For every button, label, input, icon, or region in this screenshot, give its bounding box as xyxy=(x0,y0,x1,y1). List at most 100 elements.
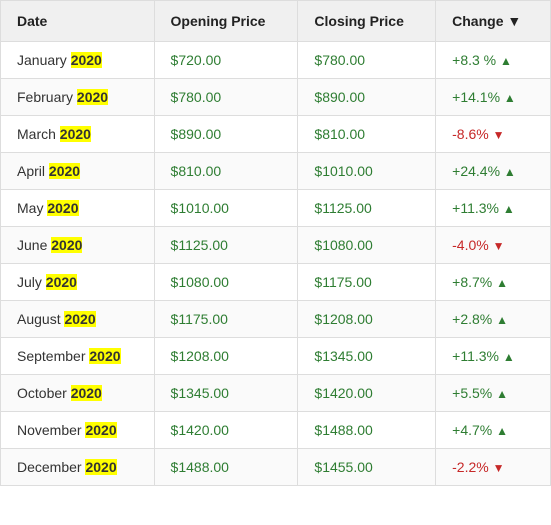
change-value: +5.5% xyxy=(452,385,496,401)
cell-date: March 2020 xyxy=(1,116,155,153)
change-value: -4.0% xyxy=(452,237,492,253)
month-label: December xyxy=(17,459,85,475)
cell-closing-price: $890.00 xyxy=(298,79,436,116)
cell-change: +24.4% ▲ xyxy=(436,153,551,190)
month-label: January xyxy=(17,52,71,68)
cell-date: December 2020 xyxy=(1,449,155,486)
cell-change: -8.6% ▼ xyxy=(436,116,551,153)
month-label: March xyxy=(17,126,60,142)
cell-closing-price: $780.00 xyxy=(298,42,436,79)
table-row: October 2020$1345.00$1420.00+5.5% ▲ xyxy=(1,375,551,412)
cell-change: +11.3% ▲ xyxy=(436,190,551,227)
up-arrow-icon: ▲ xyxy=(503,350,515,364)
year-highlight: 2020 xyxy=(46,274,77,290)
cell-opening-price: $1345.00 xyxy=(154,375,298,412)
cell-opening-price: $1488.00 xyxy=(154,449,298,486)
change-value: +11.3% xyxy=(452,200,503,216)
cell-closing-price: $1175.00 xyxy=(298,264,436,301)
table-row: August 2020$1175.00$1208.00+2.8% ▲ xyxy=(1,301,551,338)
cell-change: -2.2% ▼ xyxy=(436,449,551,486)
table-header-row: Date Opening Price Closing Price Change … xyxy=(1,1,551,42)
cell-date: May 2020 xyxy=(1,190,155,227)
month-label: June xyxy=(17,237,51,253)
table-row: March 2020$890.00$810.00-8.6% ▼ xyxy=(1,116,551,153)
cell-closing-price: $1010.00 xyxy=(298,153,436,190)
cell-opening-price: $1010.00 xyxy=(154,190,298,227)
table-row: June 2020$1125.00$1080.00-4.0% ▼ xyxy=(1,227,551,264)
change-value: +8.7% xyxy=(452,274,496,290)
month-label: August xyxy=(17,311,64,327)
cell-date: February 2020 xyxy=(1,79,155,116)
up-arrow-icon: ▲ xyxy=(503,202,515,216)
cell-closing-price: $1125.00 xyxy=(298,190,436,227)
down-arrow-icon: ▼ xyxy=(493,239,505,253)
month-label: May xyxy=(17,200,47,216)
change-value: +4.7% xyxy=(452,422,496,438)
cell-change: +4.7% ▲ xyxy=(436,412,551,449)
change-value: -2.2% xyxy=(452,459,492,475)
table-row: July 2020$1080.00$1175.00+8.7% ▲ xyxy=(1,264,551,301)
year-highlight: 2020 xyxy=(47,200,78,216)
header-opening-price: Opening Price xyxy=(154,1,298,42)
cell-change: +5.5% ▲ xyxy=(436,375,551,412)
up-arrow-icon: ▲ xyxy=(504,165,516,179)
cell-closing-price: $1420.00 xyxy=(298,375,436,412)
cell-date: September 2020 xyxy=(1,338,155,375)
year-highlight: 2020 xyxy=(89,348,120,364)
cell-opening-price: $810.00 xyxy=(154,153,298,190)
cell-change: +11.3% ▲ xyxy=(436,338,551,375)
up-arrow-icon: ▲ xyxy=(496,313,508,327)
cell-date: June 2020 xyxy=(1,227,155,264)
year-highlight: 2020 xyxy=(49,163,80,179)
down-arrow-icon: ▼ xyxy=(493,128,505,142)
cell-change: +2.8% ▲ xyxy=(436,301,551,338)
up-arrow-icon: ▲ xyxy=(500,54,512,68)
change-value: +2.8% xyxy=(452,311,496,327)
cell-change: -4.0% ▼ xyxy=(436,227,551,264)
cell-date: April 2020 xyxy=(1,153,155,190)
up-arrow-icon: ▲ xyxy=(496,387,508,401)
down-arrow-icon: ▼ xyxy=(493,461,505,475)
cell-change: +14.1% ▲ xyxy=(436,79,551,116)
change-value: -8.6% xyxy=(452,126,492,142)
month-label: April xyxy=(17,163,49,179)
header-change: Change ▼ xyxy=(436,1,551,42)
month-label: July xyxy=(17,274,46,290)
year-highlight: 2020 xyxy=(64,311,95,327)
year-highlight: 2020 xyxy=(77,89,108,105)
year-highlight: 2020 xyxy=(85,459,116,475)
price-table: Date Opening Price Closing Price Change … xyxy=(0,0,551,486)
cell-date: August 2020 xyxy=(1,301,155,338)
cell-opening-price: $1420.00 xyxy=(154,412,298,449)
table-row: September 2020$1208.00$1345.00+11.3% ▲ xyxy=(1,338,551,375)
header-date: Date xyxy=(1,1,155,42)
up-arrow-icon: ▲ xyxy=(504,91,516,105)
cell-date: January 2020 xyxy=(1,42,155,79)
cell-opening-price: $780.00 xyxy=(154,79,298,116)
cell-date: November 2020 xyxy=(1,412,155,449)
cell-opening-price: $1125.00 xyxy=(154,227,298,264)
cell-opening-price: $720.00 xyxy=(154,42,298,79)
year-highlight: 2020 xyxy=(71,52,102,68)
change-value: +8.3 % xyxy=(452,52,500,68)
cell-closing-price: $1488.00 xyxy=(298,412,436,449)
change-value: +14.1% xyxy=(452,89,504,105)
month-label: February xyxy=(17,89,77,105)
header-closing-price: Closing Price xyxy=(298,1,436,42)
cell-opening-price: $890.00 xyxy=(154,116,298,153)
cell-closing-price: $1208.00 xyxy=(298,301,436,338)
year-highlight: 2020 xyxy=(71,385,102,401)
change-value: +11.3% xyxy=(452,348,503,364)
cell-change: +8.3 % ▲ xyxy=(436,42,551,79)
cell-date: October 2020 xyxy=(1,375,155,412)
month-label: October xyxy=(17,385,71,401)
year-highlight: 2020 xyxy=(51,237,82,253)
cell-opening-price: $1080.00 xyxy=(154,264,298,301)
cell-closing-price: $1080.00 xyxy=(298,227,436,264)
month-label: September xyxy=(17,348,89,364)
cell-closing-price: $810.00 xyxy=(298,116,436,153)
table-row: December 2020$1488.00$1455.00-2.2% ▼ xyxy=(1,449,551,486)
cell-closing-price: $1455.00 xyxy=(298,449,436,486)
month-label: November xyxy=(17,422,85,438)
cell-closing-price: $1345.00 xyxy=(298,338,436,375)
